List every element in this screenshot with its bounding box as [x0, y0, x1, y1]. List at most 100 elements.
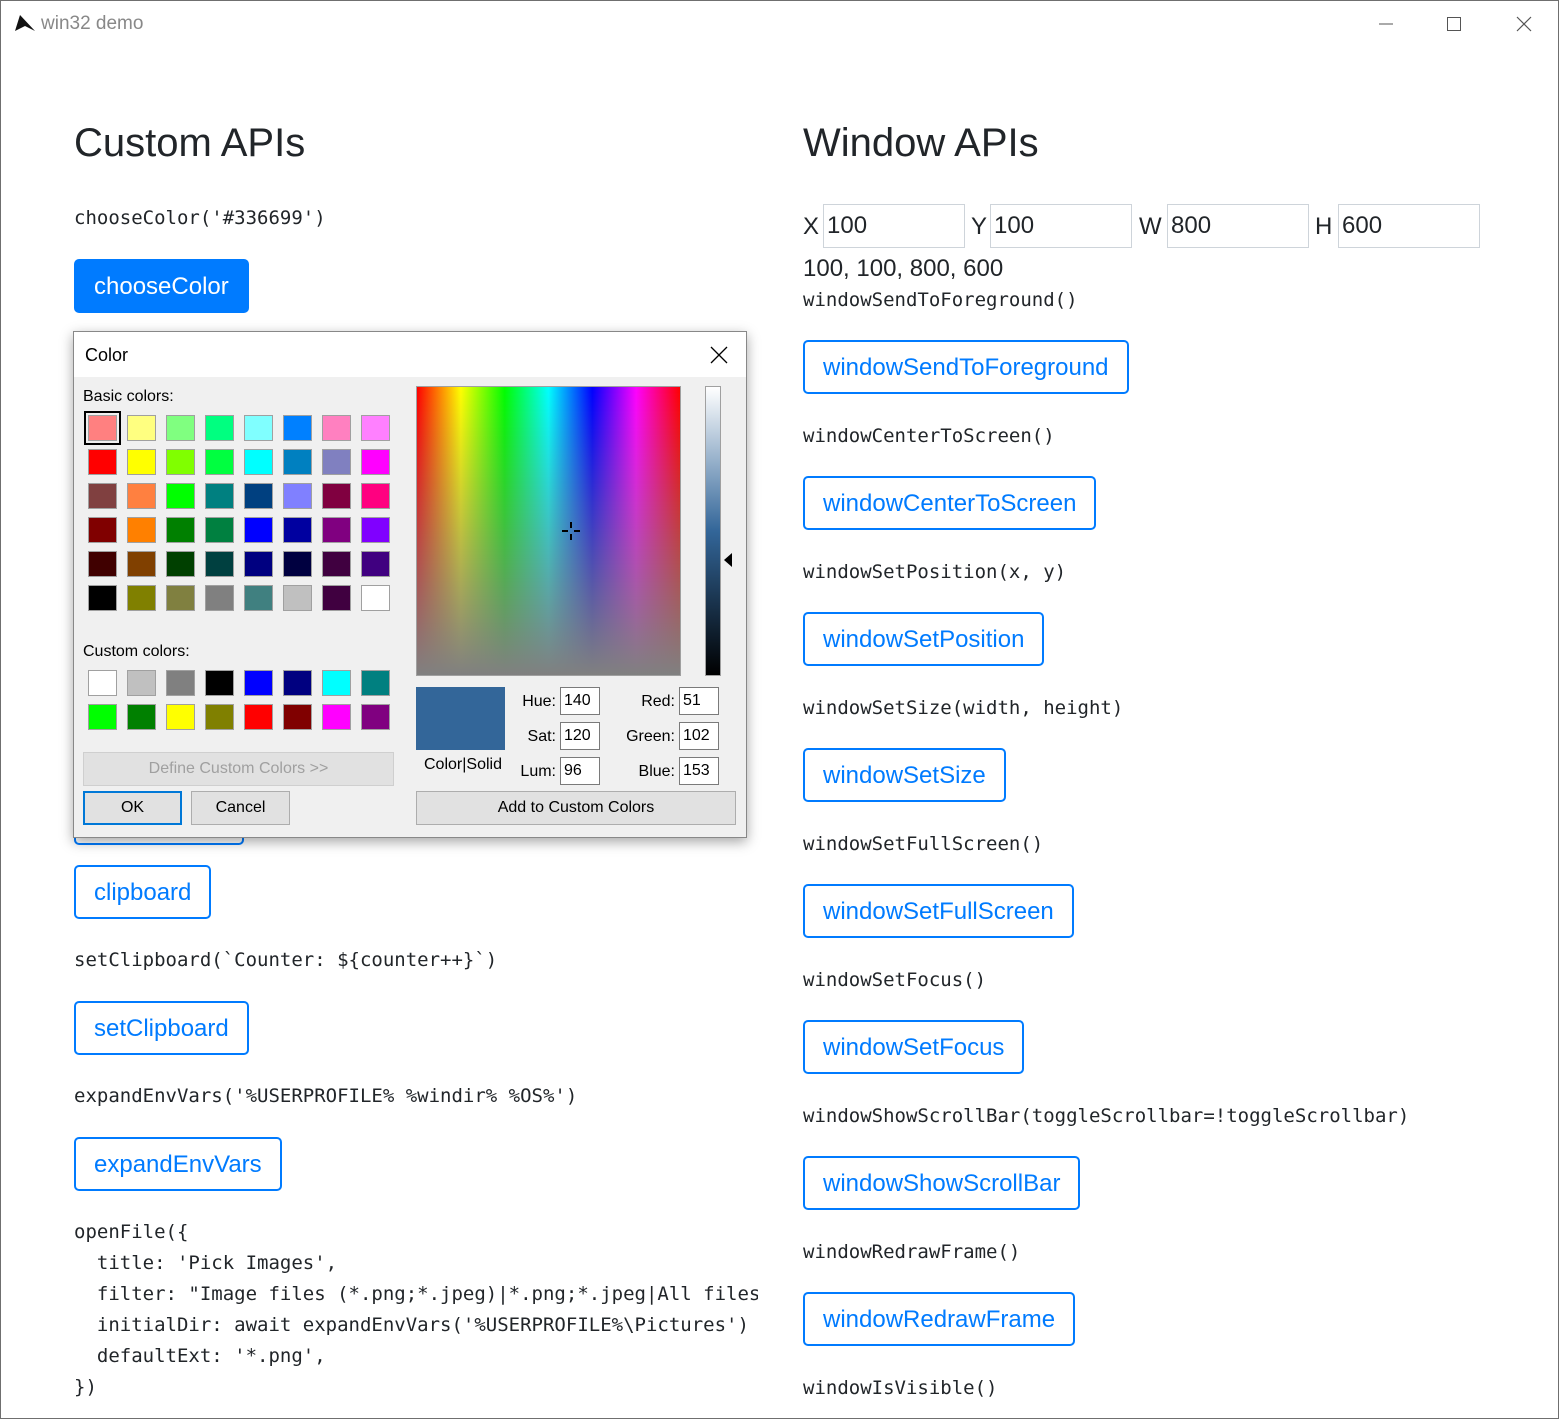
basic-color-swatch[interactable]: [244, 483, 273, 509]
basic-color-swatch[interactable]: [88, 585, 117, 611]
basic-color-swatch[interactable]: [244, 415, 273, 441]
blue-input[interactable]: 153: [679, 757, 719, 785]
basic-color-swatch[interactable]: [88, 517, 117, 543]
basic-color-swatch[interactable]: [322, 517, 351, 543]
basic-color-swatch[interactable]: [166, 449, 195, 475]
basic-color-swatch[interactable]: [127, 415, 156, 441]
red-label: Red:: [641, 693, 675, 710]
basic-color-swatch[interactable]: [88, 551, 117, 577]
basic-color-swatch[interactable]: [166, 517, 195, 543]
basic-color-swatch[interactable]: [84, 411, 121, 445]
custom-color-swatch[interactable]: [283, 670, 312, 696]
title-bar[interactable]: win32 demo: [1, 1, 1558, 47]
close-button[interactable]: [1491, 1, 1557, 47]
x-input[interactable]: 100: [823, 204, 965, 248]
custom-color-swatch[interactable]: [244, 670, 273, 696]
window-api-button[interactable]: windowSetFullScreen: [803, 884, 1074, 938]
basic-color-swatch[interactable]: [283, 483, 312, 509]
custom-color-swatch[interactable]: [127, 670, 156, 696]
ok-button[interactable]: OK: [83, 791, 182, 825]
window-api-button[interactable]: windowSetPosition: [803, 612, 1045, 666]
basic-color-swatch[interactable]: [205, 449, 234, 475]
basic-color-swatch[interactable]: [361, 517, 390, 543]
basic-color-swatch[interactable]: [283, 449, 312, 475]
luminance-slider[interactable]: [705, 386, 721, 676]
basic-color-swatch[interactable]: [361, 415, 390, 441]
basic-color-swatch[interactable]: [244, 449, 273, 475]
custom-color-swatch[interactable]: [205, 670, 234, 696]
basic-color-swatch[interactable]: [205, 585, 234, 611]
set-clipboard-button[interactable]: setClipboard: [74, 1001, 249, 1055]
window-api-button[interactable]: windowSendToForeground: [803, 340, 1129, 394]
custom-color-swatch[interactable]: [283, 704, 312, 730]
clipboard-button[interactable]: clipboard: [74, 865, 212, 919]
expand-env-vars-button[interactable]: expandEnvVars: [74, 1137, 282, 1191]
window-api-button[interactable]: windowCenterToScreen: [803, 476, 1097, 530]
basic-color-swatch[interactable]: [166, 585, 195, 611]
maximize-button[interactable]: [1421, 1, 1487, 47]
define-custom-colors-button[interactable]: Define Custom Colors >>: [83, 752, 394, 786]
w-input[interactable]: 800: [1167, 204, 1309, 248]
basic-color-swatch[interactable]: [244, 585, 273, 611]
basic-color-swatch[interactable]: [166, 551, 195, 577]
custom-color-swatch[interactable]: [361, 670, 390, 696]
window-api-button[interactable]: windowRedrawFrame: [803, 1292, 1076, 1346]
h-input[interactable]: 600: [1338, 204, 1480, 248]
window-api-button[interactable]: windowShowScrollBar: [803, 1156, 1081, 1210]
dialog-title-bar[interactable]: Color: [74, 332, 746, 377]
basic-color-swatch[interactable]: [205, 517, 234, 543]
custom-color-swatch[interactable]: [88, 670, 117, 696]
basic-color-swatch[interactable]: [166, 415, 195, 441]
basic-color-swatch[interactable]: [244, 517, 273, 543]
window-api-button[interactable]: windowSetFocus: [803, 1020, 1025, 1074]
red-input[interactable]: 51: [679, 687, 719, 715]
basic-color-swatch[interactable]: [322, 483, 351, 509]
custom-color-swatch[interactable]: [127, 704, 156, 730]
sat-input[interactable]: 120: [560, 722, 600, 750]
basic-color-swatch[interactable]: [322, 551, 351, 577]
basic-color-swatch[interactable]: [322, 449, 351, 475]
custom-color-swatch[interactable]: [205, 704, 234, 730]
basic-color-swatch[interactable]: [322, 585, 351, 611]
basic-color-swatch[interactable]: [127, 483, 156, 509]
basic-color-swatch[interactable]: [127, 517, 156, 543]
lum-input[interactable]: 96: [560, 757, 600, 785]
basic-color-swatch[interactable]: [88, 483, 117, 509]
basic-color-swatch[interactable]: [283, 415, 312, 441]
basic-color-swatch[interactable]: [127, 449, 156, 475]
luminance-arrow-icon[interactable]: [723, 552, 733, 568]
color-spectrum[interactable]: [416, 386, 681, 676]
minimize-button[interactable]: [1353, 1, 1419, 47]
basic-color-swatch[interactable]: [244, 551, 273, 577]
custom-color-swatch[interactable]: [166, 670, 195, 696]
cancel-button[interactable]: Cancel: [191, 791, 290, 825]
hue-input[interactable]: 140: [560, 687, 600, 715]
green-input[interactable]: 102: [679, 722, 719, 750]
custom-color-swatch[interactable]: [166, 704, 195, 730]
custom-color-swatch[interactable]: [322, 704, 351, 730]
basic-color-swatch[interactable]: [361, 483, 390, 509]
basic-color-swatch[interactable]: [127, 585, 156, 611]
choose-color-button[interactable]: chooseColor: [74, 259, 249, 313]
basic-color-swatch[interactable]: [166, 483, 195, 509]
basic-color-swatch[interactable]: [205, 415, 234, 441]
window-api-button[interactable]: windowSetSize: [803, 748, 1006, 802]
y-input[interactable]: 100: [990, 204, 1132, 248]
basic-color-swatch[interactable]: [361, 585, 390, 611]
custom-color-swatch[interactable]: [361, 704, 390, 730]
basic-color-swatch[interactable]: [283, 517, 312, 543]
basic-color-swatch[interactable]: [88, 449, 117, 475]
custom-color-swatch[interactable]: [322, 670, 351, 696]
basic-color-swatch[interactable]: [127, 551, 156, 577]
basic-color-swatch[interactable]: [322, 415, 351, 441]
close-icon[interactable]: [707, 343, 731, 367]
basic-color-swatch[interactable]: [361, 449, 390, 475]
add-to-custom-colors-button[interactable]: Add to Custom Colors: [416, 791, 736, 825]
custom-color-swatch[interactable]: [244, 704, 273, 730]
basic-color-swatch[interactable]: [283, 551, 312, 577]
basic-color-swatch[interactable]: [283, 585, 312, 611]
basic-color-swatch[interactable]: [205, 551, 234, 577]
custom-color-swatch[interactable]: [88, 704, 117, 730]
basic-color-swatch[interactable]: [205, 483, 234, 509]
basic-color-swatch[interactable]: [361, 551, 390, 577]
